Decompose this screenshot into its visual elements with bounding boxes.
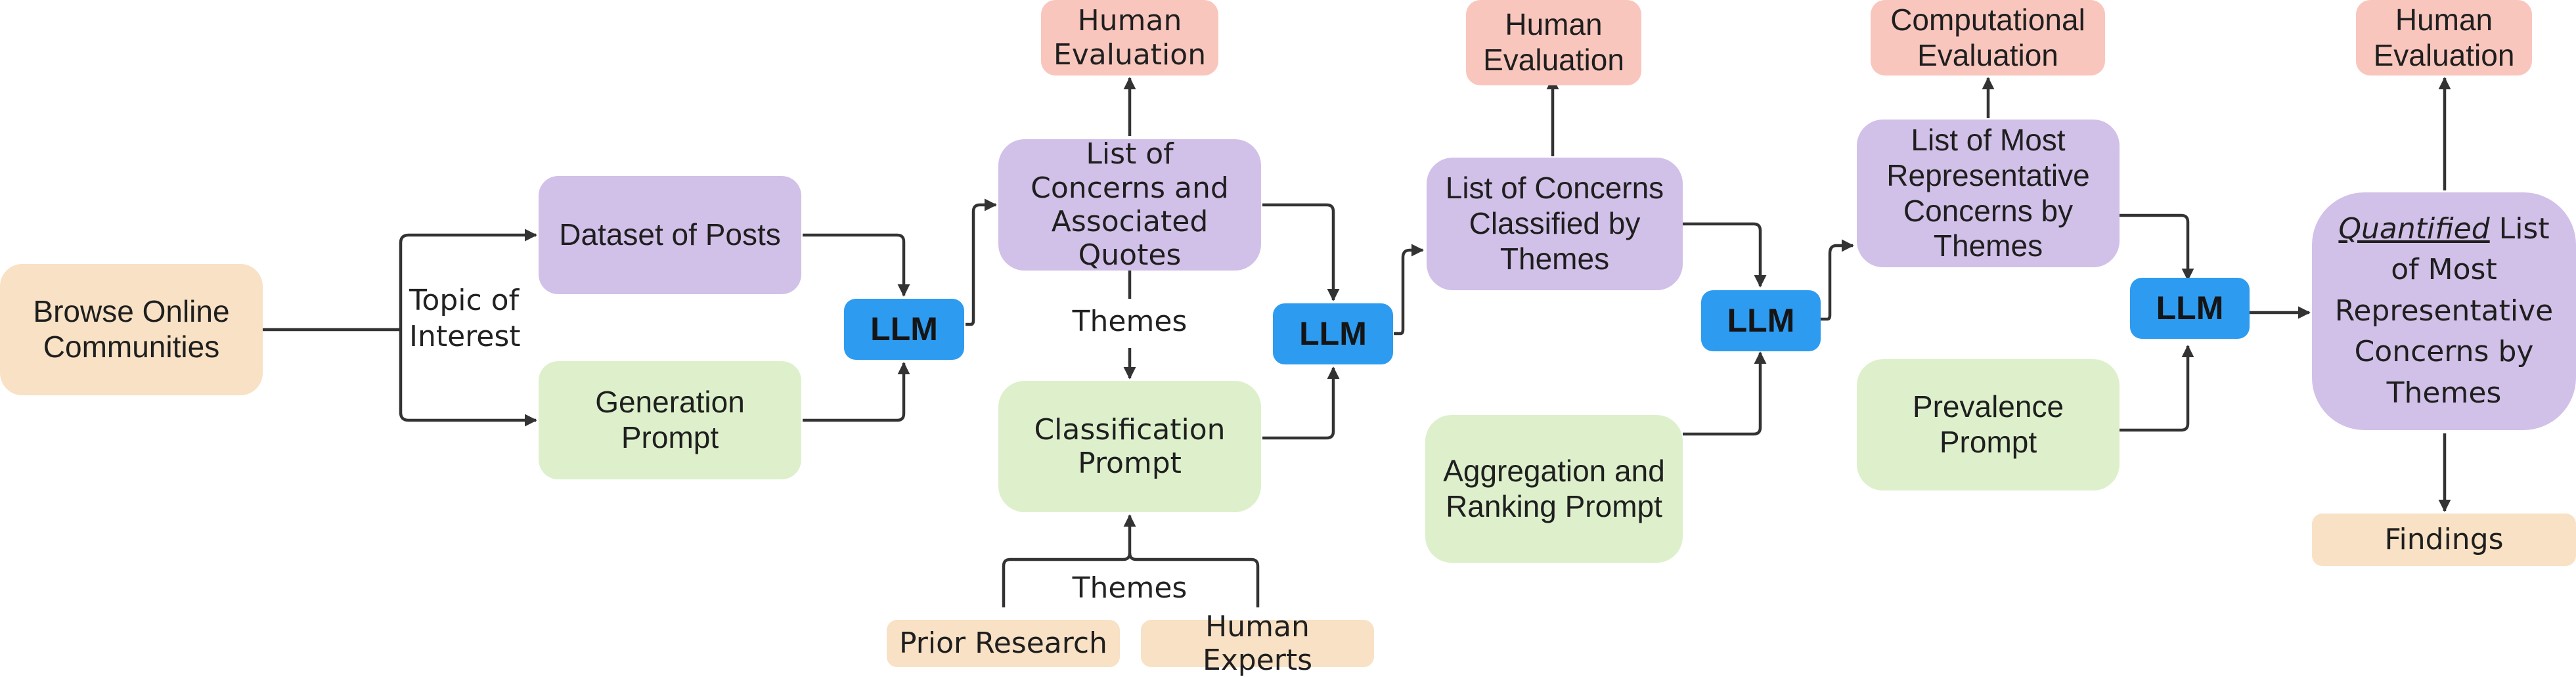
node-label: Quantified List of Most Representative C… <box>2325 209 2563 414</box>
node-label: Human Evaluation <box>1053 4 1207 72</box>
edge-classification-llm2 <box>1262 366 1340 440</box>
node-aggregation-prompt: Aggregation and Ranking Prompt <box>1425 415 1683 563</box>
edge-generation-llm1 <box>803 362 910 422</box>
node-label: Aggregation and Ranking Prompt <box>1443 453 1665 523</box>
node-most-representative: List of Most Representative Concerns by … <box>1857 120 2120 267</box>
label-text: Topic of Interest <box>409 284 521 353</box>
node-label: LLM <box>1727 302 1795 339</box>
edge-label-themes-1: Themes <box>1064 303 1195 339</box>
node-label: List of Concerns and Associated Quotes <box>1031 137 1229 273</box>
node-quantified-list: Quantified List of Most Representative C… <box>2312 192 2576 430</box>
node-llm-4: LLM <box>2130 278 2250 339</box>
node-label: Dataset of Posts <box>559 217 781 252</box>
node-human-evaluation-1: Human Evaluation <box>1041 0 1218 76</box>
edge-aggregation-llm3 <box>1683 351 1767 436</box>
node-human-experts: Human Experts <box>1141 610 1374 677</box>
node-label: Classification Prompt <box>1034 412 1226 480</box>
node-label: List of Concerns Classified by Themes <box>1445 171 1664 276</box>
edge-label-topic-of-interest: Topic of Interest <box>409 282 541 355</box>
label-text: Themes <box>1072 305 1188 338</box>
edge-classified-llm3 <box>1683 222 1767 288</box>
node-generation-prompt: Generation Prompt <box>539 361 801 479</box>
edge-dataset-llm1 <box>803 233 910 297</box>
node-label: Computational Evaluation <box>1890 2 2085 72</box>
node-dataset-of-posts: Dataset of Posts <box>539 176 801 294</box>
node-label: Human Evaluation <box>2373 2 2515 72</box>
node-label: Human Evaluation <box>1483 7 1624 77</box>
node-human-evaluation-3: Human Evaluation <box>2356 0 2532 76</box>
edge-most-llm4 <box>2120 213 2194 281</box>
edge-llm1-concerns <box>966 198 997 326</box>
node-computational-evaluation: Computational Evaluation <box>1871 0 2105 76</box>
node-label: Browse Online Communities <box>33 294 230 364</box>
quantified-emphasis: Quantified <box>2338 211 2490 246</box>
node-label: Prior Research <box>899 626 1107 661</box>
node-llm-3: LLM <box>1701 290 1821 351</box>
label-text: Themes <box>1072 571 1188 605</box>
node-label: LLM <box>870 311 938 348</box>
node-concerns-and-quotes: List of Concerns and Associated Quotes <box>998 137 1261 273</box>
node-label: Findings <box>2384 523 2504 557</box>
node-human-evaluation-2: Human Evaluation <box>1466 0 1641 85</box>
node-label: LLM <box>2156 290 2224 327</box>
edge-label-themes-2: Themes <box>1064 570 1195 606</box>
node-llm-2: LLM <box>1273 303 1393 364</box>
node-prior-research: Prior Research <box>887 620 1120 667</box>
node-prevalence-prompt: Prevalence Prompt <box>1857 359 2120 491</box>
edge-llm3-most <box>1821 239 1854 321</box>
node-concerns-classified: List of Concerns Classified by Themes <box>1427 158 1683 290</box>
node-label: Prevalence Prompt <box>1912 389 2064 459</box>
edge-prevalence-llm4 <box>2120 345 2194 432</box>
node-label: List of Most Representative Concerns by … <box>1886 122 2090 263</box>
edge-concerns-llm2 <box>1262 203 1340 301</box>
node-browse-online-communities: Browse Online Communities <box>0 264 263 395</box>
edge-llm2-classified <box>1394 244 1424 336</box>
node-label: Generation Prompt <box>595 385 745 454</box>
node-label: Human Experts <box>1202 609 1313 677</box>
node-label: LLM <box>1299 315 1367 353</box>
node-findings: Findings <box>2312 513 2576 566</box>
node-classification-prompt: Classification Prompt <box>998 381 1261 512</box>
node-llm-1: LLM <box>844 299 964 360</box>
